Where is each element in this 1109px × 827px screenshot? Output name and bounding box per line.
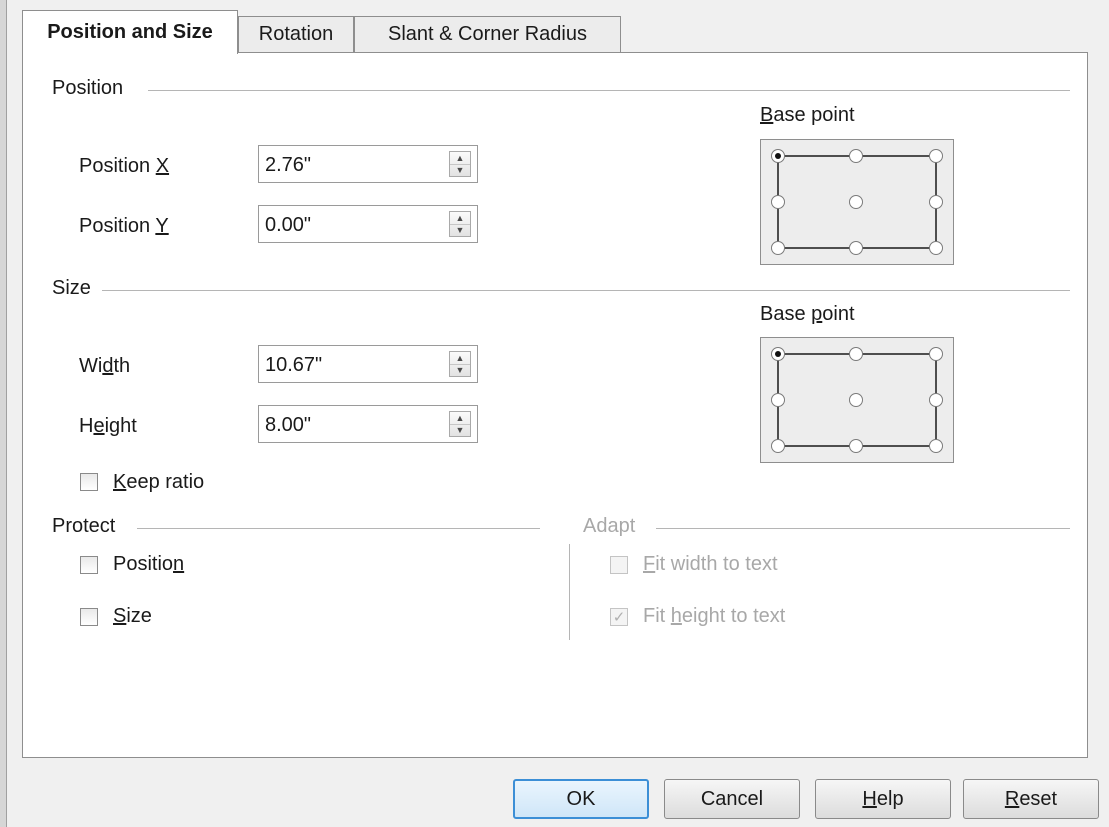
base-point-bottom-right[interactable]	[929, 241, 943, 255]
width-value: 10.67"	[265, 354, 323, 376]
checkmark-icon: ✓	[612, 609, 626, 626]
base-point-top-right[interactable]	[929, 347, 943, 361]
protect-position-checkbox[interactable]	[80, 556, 98, 574]
window-left-edge	[0, 0, 7, 827]
protect-size-label[interactable]: Size	[113, 605, 152, 628]
base-point-middle-left[interactable]	[771, 195, 785, 209]
spin-down-icon[interactable]: ▼	[450, 364, 470, 376]
height-label: Height	[79, 415, 137, 437]
spin-down-icon[interactable]: ▼	[450, 224, 470, 236]
tab-label: Rotation	[258, 23, 334, 45]
position-x-field[interactable]: 2.76" ▲ ▼	[258, 145, 478, 183]
position-section-title: Position	[52, 77, 124, 99]
base-point-middle-right[interactable]	[929, 393, 943, 407]
protect-size-checkbox[interactable]	[80, 608, 98, 626]
position-y-spinner[interactable]: ▲ ▼	[449, 211, 471, 237]
fit-height-label: Fit height to text	[643, 605, 786, 627]
spin-down-icon[interactable]: ▼	[450, 164, 470, 176]
position-y-field[interactable]: 0.00" ▲ ▼	[258, 205, 478, 243]
width-spinner[interactable]: ▲ ▼	[449, 351, 471, 377]
tab-position-and-size[interactable]: Position and Size	[22, 10, 238, 54]
position-base-point-grid[interactable]	[760, 139, 954, 265]
base-point-top-left[interactable]	[771, 149, 785, 163]
protect-section-divider	[137, 528, 540, 529]
base-point-center[interactable]	[849, 195, 863, 209]
base-point-bottom-left[interactable]	[771, 241, 785, 255]
size-base-point-label: Base point	[760, 303, 855, 325]
fit-width-label: Fit width to text	[643, 553, 778, 575]
base-point-bottom-left[interactable]	[771, 439, 785, 453]
position-base-point-label: Base point	[760, 104, 855, 126]
height-field[interactable]: 8.00" ▲ ▼	[258, 405, 478, 443]
position-section-divider	[148, 90, 1070, 91]
position-x-value: 2.76"	[265, 154, 312, 176]
base-point-middle-left[interactable]	[771, 393, 785, 407]
base-point-top-center[interactable]	[849, 149, 863, 163]
base-point-bottom-right[interactable]	[929, 439, 943, 453]
fit-width-checkbox[interactable]	[610, 556, 628, 574]
position-x-spinner[interactable]: ▲ ▼	[449, 151, 471, 177]
base-point-middle-right[interactable]	[929, 195, 943, 209]
tab-rotation[interactable]: Rotation	[238, 16, 354, 52]
base-point-bottom-center[interactable]	[849, 439, 863, 453]
keep-ratio-label[interactable]: Keep ratio	[113, 471, 204, 494]
fit-height-checkbox[interactable]: ✓	[610, 608, 628, 626]
cancel-button[interactable]: Cancel	[664, 779, 800, 819]
height-spinner[interactable]: ▲ ▼	[449, 411, 471, 437]
size-base-point-grid[interactable]	[760, 337, 954, 463]
adapt-section-title: Adapt	[583, 515, 636, 537]
spin-down-icon[interactable]: ▼	[450, 424, 470, 436]
tab-label: Position and Size	[47, 21, 213, 43]
reset-button[interactable]: Reset	[963, 779, 1099, 819]
help-button[interactable]: Help	[815, 779, 951, 819]
base-point-top-right[interactable]	[929, 149, 943, 163]
position-y-value: 0.00"	[265, 214, 312, 236]
base-point-top-left[interactable]	[771, 347, 785, 361]
protect-position-label[interactable]: Position	[113, 553, 184, 576]
protect-section-title: Protect	[52, 515, 116, 537]
ok-button[interactable]: OK	[513, 779, 649, 819]
width-field[interactable]: 10.67" ▲ ▼	[258, 345, 478, 383]
base-point-center[interactable]	[849, 393, 863, 407]
position-x-label: Position X	[79, 155, 170, 177]
base-point-top-center[interactable]	[849, 347, 863, 361]
base-point-bottom-center[interactable]	[849, 241, 863, 255]
size-section-divider	[102, 290, 1070, 291]
keep-ratio-checkbox[interactable]	[80, 473, 98, 491]
tab-slant-corner-radius[interactable]: Slant & Corner Radius	[354, 16, 621, 52]
protect-adapt-separator	[569, 544, 570, 640]
height-value: 8.00"	[265, 414, 312, 436]
adapt-section-divider	[656, 528, 1070, 529]
size-section-title: Size	[52, 277, 91, 299]
tab-label: Slant & Corner Radius	[388, 23, 587, 45]
position-y-label: Position Y	[79, 215, 169, 237]
width-label: Width	[79, 355, 131, 377]
